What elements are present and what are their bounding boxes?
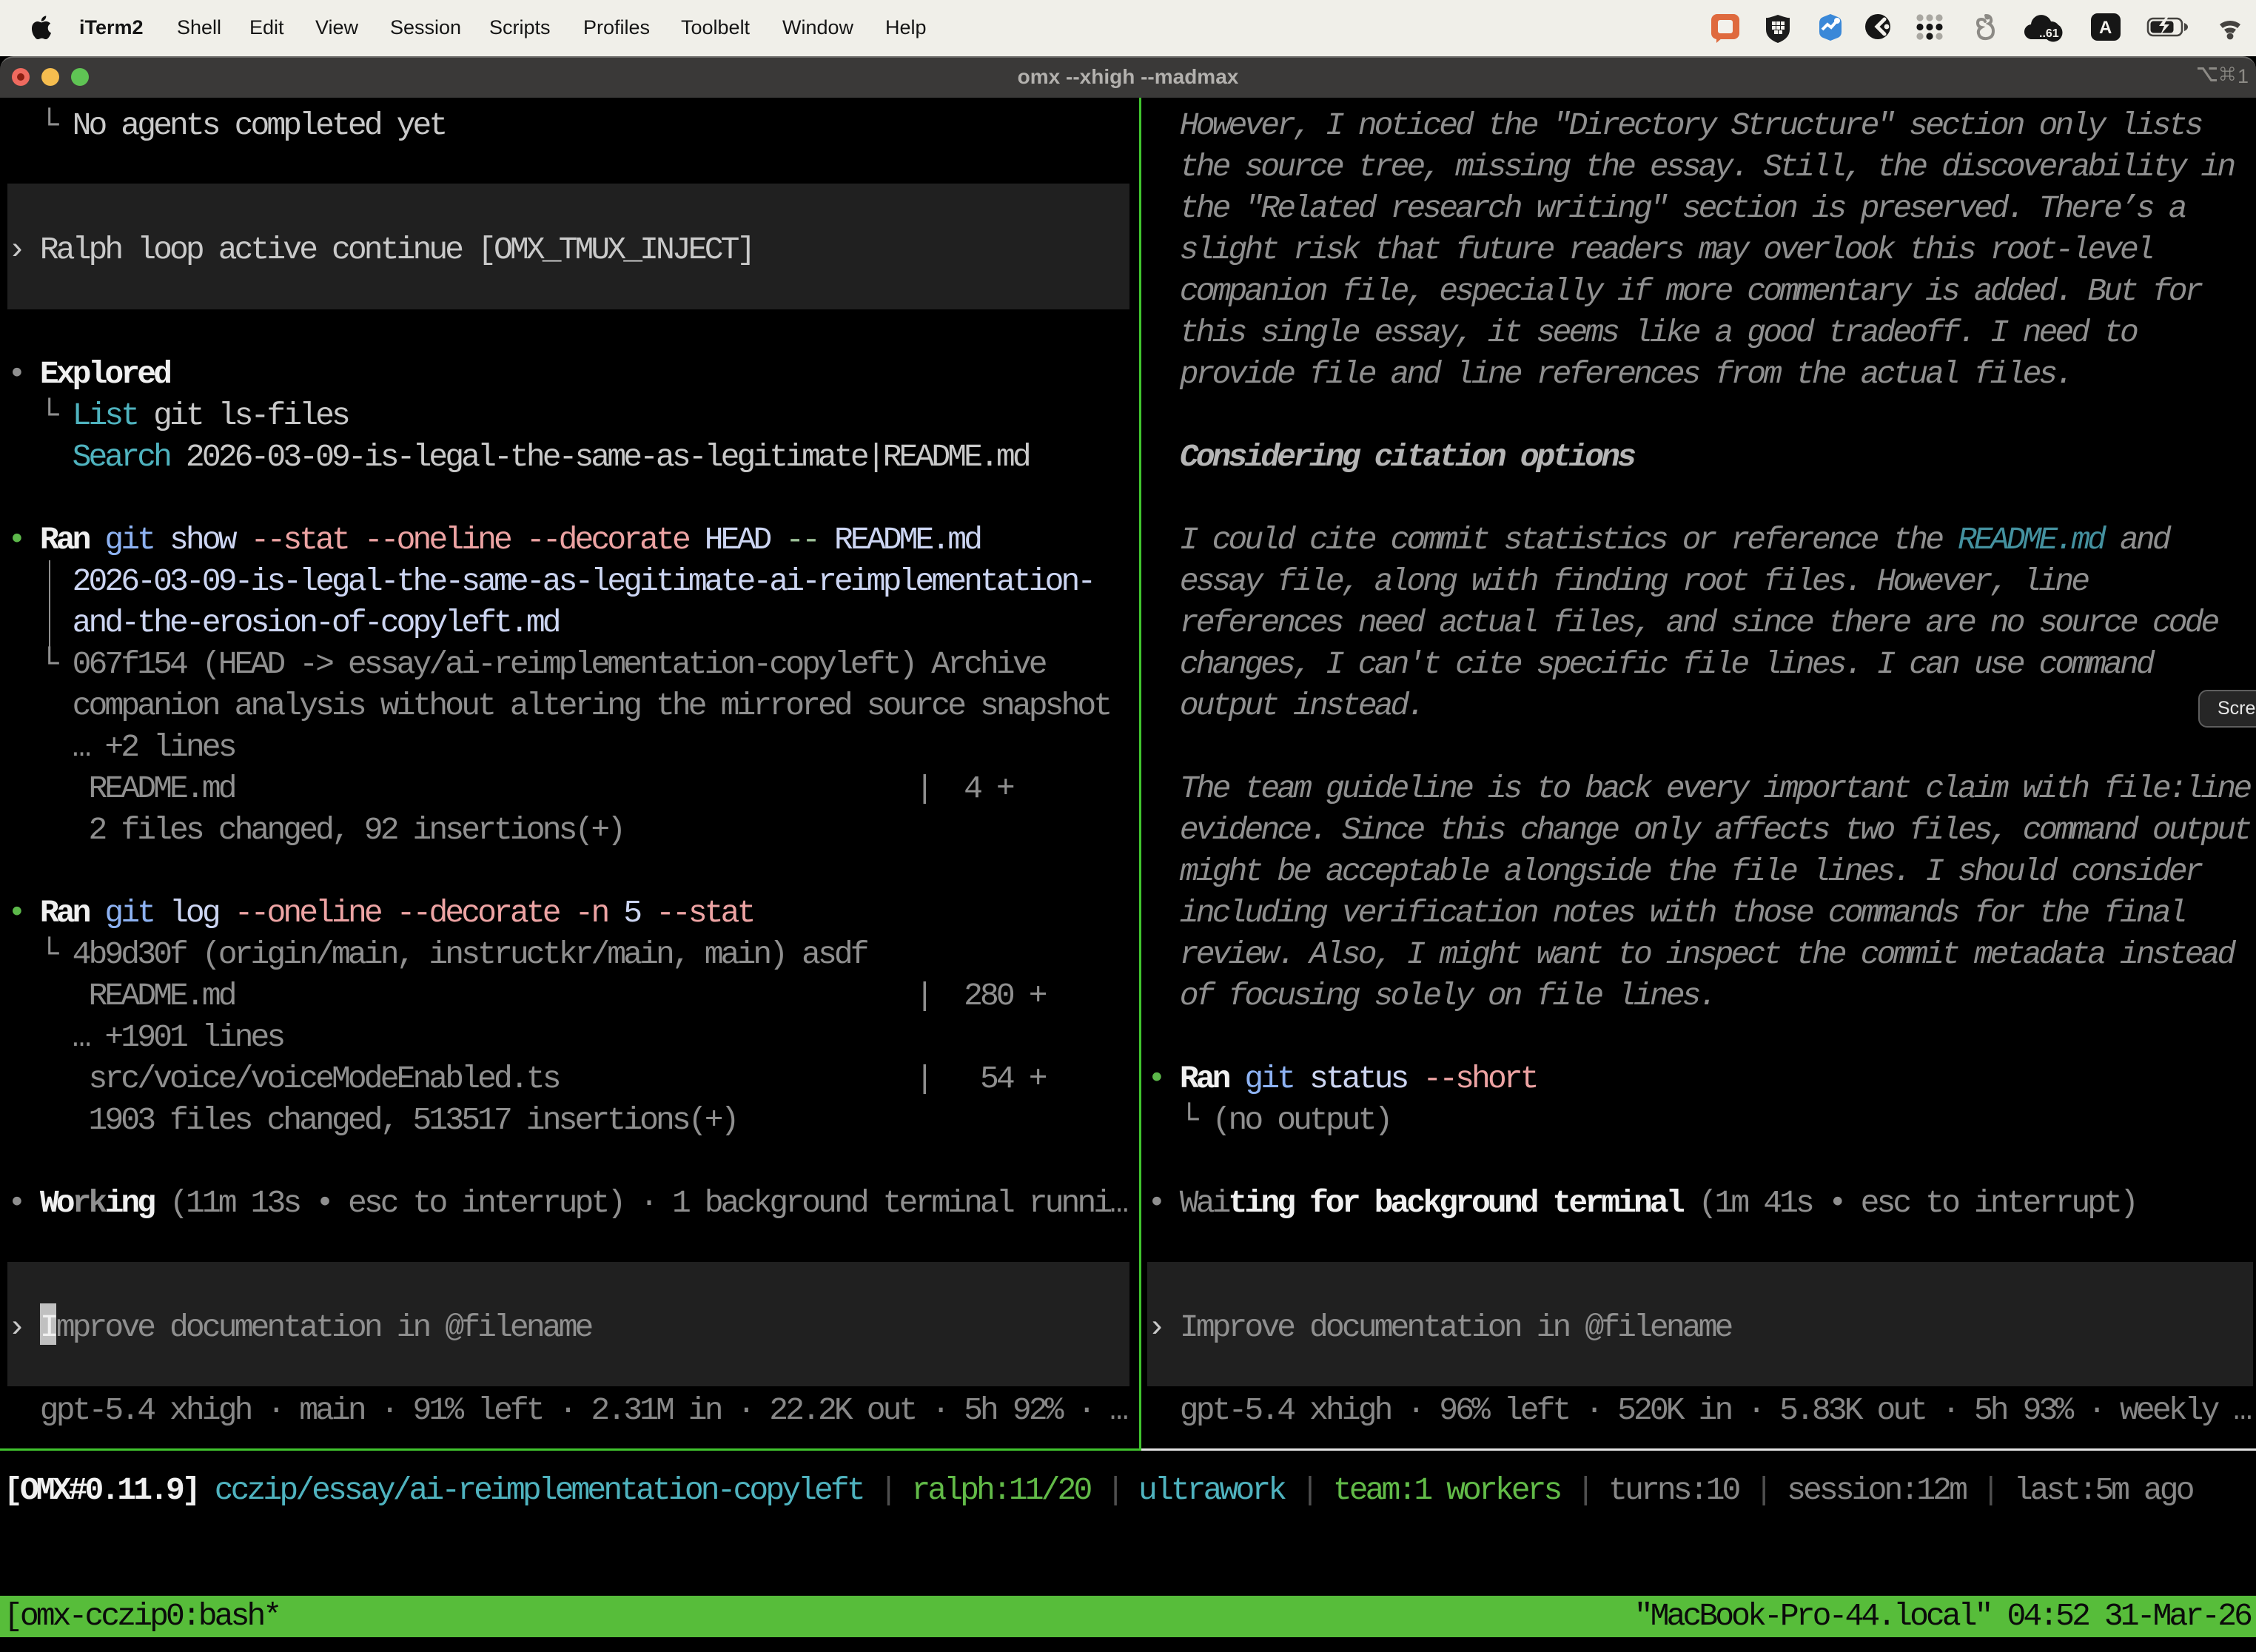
svg-text:1: 1 [2237, 65, 2249, 86]
svg-text:A: A [2099, 18, 2112, 38]
svg-text:..61: ..61 [2039, 27, 2059, 40]
